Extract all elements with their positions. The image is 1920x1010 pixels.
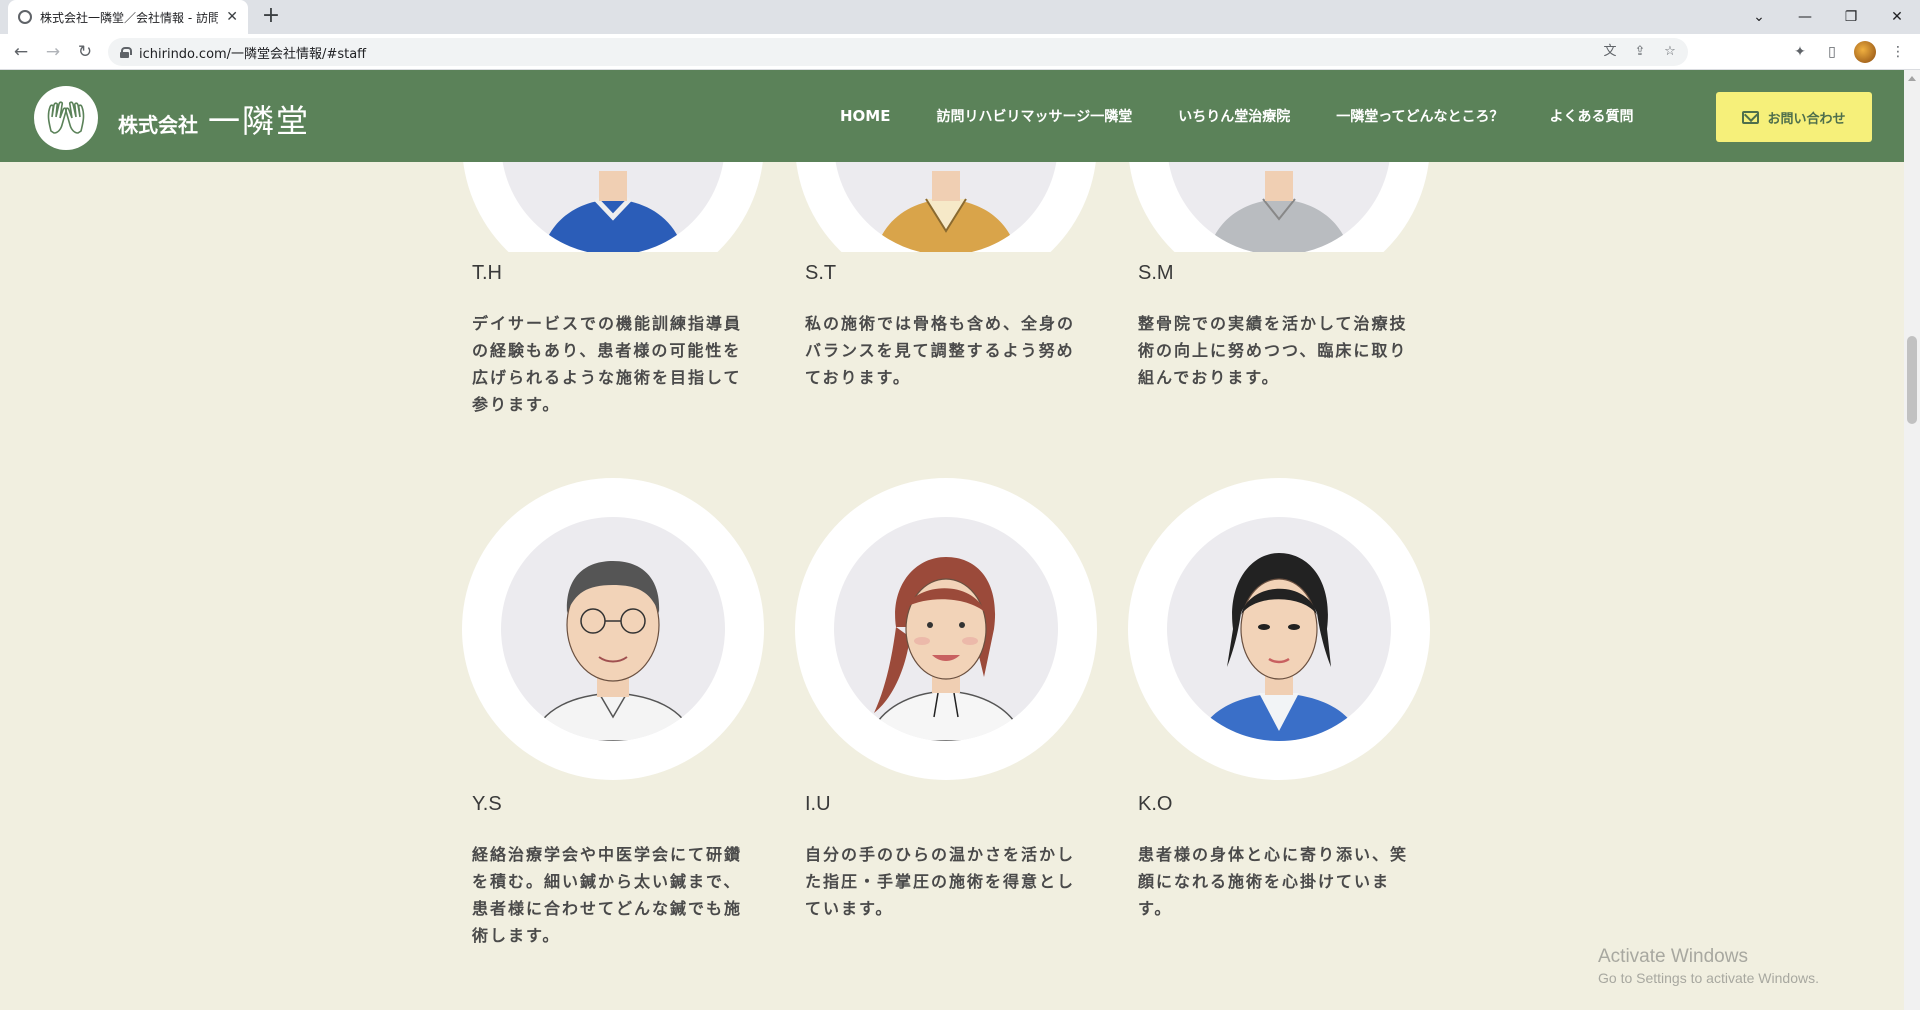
- address-bar[interactable]: ichirindo.com/一隣堂会社情報/#staff 文 ⇪ ☆: [108, 38, 1688, 66]
- staff-desc-ys: 経絡治療学会や中医学会にて研鑽を積む。細い鍼から太い鍼まで、患者様に合わせてどん…: [472, 845, 743, 945]
- browser-tab-bar: 株式会社一隣堂／会社情報 - 訪問 ✕ + ⌄ — ❐ ✕: [0, 0, 1920, 34]
- side-panel-icon[interactable]: ▯: [1822, 42, 1842, 62]
- staff-illustration-th: [541, 171, 685, 252]
- nav-clinic[interactable]: いちりん堂治療院: [1178, 106, 1290, 126]
- staff-portrait-sm: [1128, 162, 1430, 252]
- nav-visit-rehab[interactable]: 訪問リハビリマッサージ一隣堂: [936, 106, 1132, 126]
- staff-illustration-ko: [1197, 553, 1361, 741]
- mail-icon: [1742, 110, 1760, 124]
- staff-name-st: S.T: [805, 262, 837, 284]
- staff-portrait-ys: [462, 478, 764, 780]
- site-header: 株式会社 一隣堂 HOME 訪問リハビリマッサージ一隣堂 いちりん堂治療院 一隣…: [0, 70, 1904, 162]
- url-text[interactable]: ichirindo.com/一隣堂会社情報/#staff: [139, 43, 366, 62]
- staff-illustration-ys: [530, 561, 696, 741]
- staff-illustration-iu: [867, 557, 1025, 741]
- staff-portrait-th: [462, 162, 764, 252]
- extensions-puzzle-icon[interactable]: ✦: [1790, 42, 1810, 62]
- scroll-up-arrow-icon[interactable]: [1908, 76, 1916, 81]
- staff-illustration-sm: [1207, 171, 1351, 252]
- new-tab-button[interactable]: +: [258, 4, 284, 30]
- forward-button[interactable]: →: [40, 40, 66, 64]
- staff-desc-ko: 患者様の身体と心に寄り添い、笑顔になれる施術を心掛けています。: [1138, 845, 1409, 918]
- profile-avatar[interactable]: [1854, 41, 1876, 63]
- top-row-portraits: [0, 162, 1904, 252]
- main-nav: HOME 訪問リハビリマッサージ一隣堂 いちりん堂治療院 一隣堂ってどんなところ…: [840, 70, 1680, 162]
- back-button[interactable]: ←: [8, 40, 34, 64]
- tab-search-icon[interactable]: ⌄: [1736, 2, 1782, 32]
- contact-label: お問い合わせ: [1767, 111, 1846, 127]
- staff-name-sm: S.M: [1138, 262, 1174, 284]
- scroll-thumb[interactable]: [1907, 336, 1917, 424]
- reload-button[interactable]: ↻: [72, 40, 98, 64]
- staff-portrait-iu: [795, 478, 1097, 780]
- close-tab-icon[interactable]: ✕: [226, 9, 238, 25]
- staff-name-th: T.H: [472, 262, 502, 284]
- close-window-button[interactable]: ✕: [1874, 2, 1920, 32]
- minimize-button[interactable]: —: [1782, 2, 1828, 32]
- lock-icon[interactable]: [120, 46, 132, 58]
- staff-desc-th: デイサービスでの機能訓練指導員の経験もあり、患者様の可能性を広げられるような施術…: [472, 314, 743, 414]
- nav-home[interactable]: HOME: [840, 107, 890, 125]
- site-brand[interactable]: 株式会社 一隣堂: [118, 96, 310, 142]
- watermark-subtitle: Go to Settings to activate Windows.: [1598, 970, 1819, 986]
- restore-button[interactable]: ❐: [1828, 2, 1874, 32]
- extension-area: ✦ ▯ ⋮: [1790, 38, 1908, 66]
- staff-illustration-st: [874, 171, 1018, 252]
- bookmark-star-icon[interactable]: ☆: [1660, 42, 1680, 62]
- staff-desc-iu: 自分の手のひらの温かさを活かした指圧・手掌圧の施術を得意としています。: [805, 845, 1076, 918]
- translate-icon[interactable]: 文: [1600, 42, 1620, 62]
- staff-name-ys: Y.S: [472, 793, 502, 815]
- staff-name-ko: K.O: [1138, 793, 1173, 815]
- staff-portrait-st: [795, 162, 1097, 252]
- globe-icon: [18, 10, 32, 24]
- brand-name: 一隣堂: [208, 102, 311, 140]
- nav-about[interactable]: 一隣堂ってどんなところ？: [1336, 106, 1503, 126]
- contact-button[interactable]: お問い合わせ: [1716, 92, 1872, 142]
- windows-activation-watermark: Activate Windows Go to Settings to activ…: [1598, 946, 1819, 986]
- nav-faq[interactable]: よくある質問: [1550, 106, 1634, 126]
- menu-kebab-icon[interactable]: ⋮: [1888, 42, 1908, 62]
- page-scrollbar[interactable]: [1904, 70, 1920, 1010]
- tab-title: 株式会社一隣堂／会社情報 - 訪問: [40, 10, 219, 25]
- browser-toolbar: ← → ↻ ichirindo.com/一隣堂会社情報/#staff 文 ⇪ ☆…: [0, 34, 1920, 70]
- hands-logo-icon[interactable]: [34, 86, 98, 150]
- watermark-title: Activate Windows: [1598, 946, 1748, 967]
- share-icon[interactable]: ⇪: [1630, 42, 1650, 62]
- staff-name-iu: I.U: [805, 793, 831, 815]
- staff-desc-st: 私の施術では骨格も含め、全身のバランスを見て調整するよう努めております。: [805, 314, 1076, 387]
- staff-desc-sm: 整骨院での実績を活かして治療技術の向上に努めつつ、臨床に取り組んでおります。: [1138, 314, 1408, 387]
- window-controls: ⌄ — ❐ ✕: [1736, 0, 1920, 34]
- browser-tab[interactable]: 株式会社一隣堂／会社情報 - 訪問 ✕: [8, 0, 248, 34]
- omnibox-actions: 文 ⇪ ☆: [1600, 38, 1680, 66]
- brand-prefix: 株式会社: [118, 113, 198, 137]
- staff-portrait-ko: [1128, 478, 1430, 780]
